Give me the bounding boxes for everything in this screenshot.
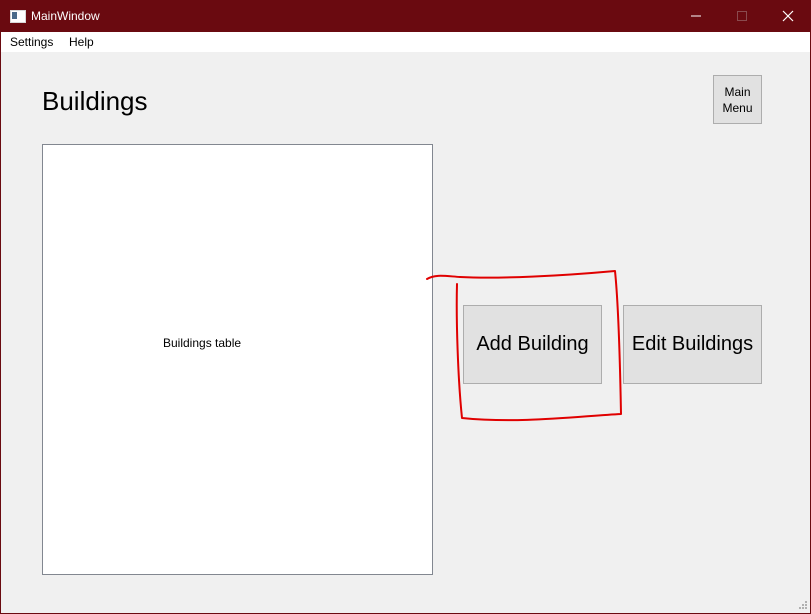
- close-icon: [782, 10, 794, 22]
- menu-help[interactable]: Help: [69, 35, 94, 49]
- minimize-button[interactable]: [673, 0, 719, 32]
- add-building-button[interactable]: Add Building: [463, 305, 602, 384]
- buildings-table-label: Buildings table: [163, 336, 242, 350]
- main-menu-label-line1: Main: [724, 84, 751, 99]
- edit-buildings-button[interactable]: Edit Buildings: [623, 305, 762, 384]
- window-title: MainWindow: [31, 9, 100, 23]
- page-title: Buildings: [42, 86, 148, 116]
- maximize-icon: [737, 11, 747, 21]
- window-icon: [10, 10, 26, 23]
- menu-settings[interactable]: Settings: [10, 35, 53, 49]
- main-menu-label-line2: Menu: [722, 100, 753, 115]
- client-area: Settings Help Buildings Main Menu Buildi…: [1, 32, 810, 613]
- close-button[interactable]: [765, 0, 811, 32]
- resize-grip-icon[interactable]: [798, 600, 808, 610]
- minimize-icon: [691, 15, 701, 17]
- title-bar[interactable]: MainWindow: [0, 0, 811, 32]
- maximize-button[interactable]: [719, 0, 765, 32]
- main-menu-button[interactable]: Main Menu: [713, 75, 762, 124]
- menu-bar: Settings Help: [1, 32, 810, 52]
- buildings-table[interactable]: Buildings table: [42, 144, 433, 575]
